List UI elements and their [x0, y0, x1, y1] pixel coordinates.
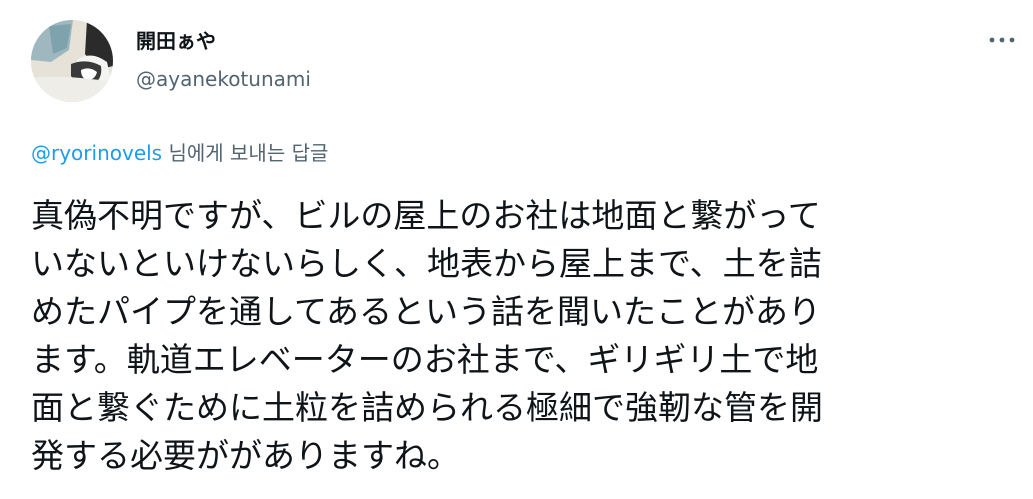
more-icon [989, 37, 1015, 43]
tweet: 開田ぁや @ayanekotunami @ryorinovels 님에게 보내는… [0, 0, 1033, 499]
user-handle[interactable]: @ayanekotunami [136, 67, 311, 91]
tweet-text-line: いないといけないらしく、地表から屋上まで、土を詰 [31, 244, 822, 283]
more-options-button[interactable] [982, 28, 1022, 52]
tweet-text-line: 面と繋ぐために土粒を詰められる極細で強靭な管を開 [31, 388, 823, 427]
tweet-text-line: ます。軌道エレベーターのお社まで、ギリギリ土で地 [31, 340, 819, 379]
reply-mention-link[interactable]: @ryorinovels [31, 141, 162, 165]
tweet-text-line: めたパイプを通してあるという話を聞いたことがあり [31, 292, 822, 331]
cat-avatar-icon [31, 20, 113, 102]
tweet-text-line: 発する必要ががありますね。 [31, 436, 460, 475]
tweet-text-line: 真偽不明ですが、ビルの屋上のお社は地面と繋がって [31, 196, 821, 235]
reply-context-suffix: 님에게 보내는 답글 [162, 141, 329, 165]
display-name[interactable]: 開田ぁや [136, 29, 216, 53]
tweet-text: 真偽不明ですが、ビルの屋上のお社は地面と繋がって いないといけないらしく、地表か… [31, 192, 1006, 480]
avatar[interactable] [31, 20, 113, 102]
reply-context: @ryorinovels 님에게 보내는 답글 [31, 139, 328, 167]
